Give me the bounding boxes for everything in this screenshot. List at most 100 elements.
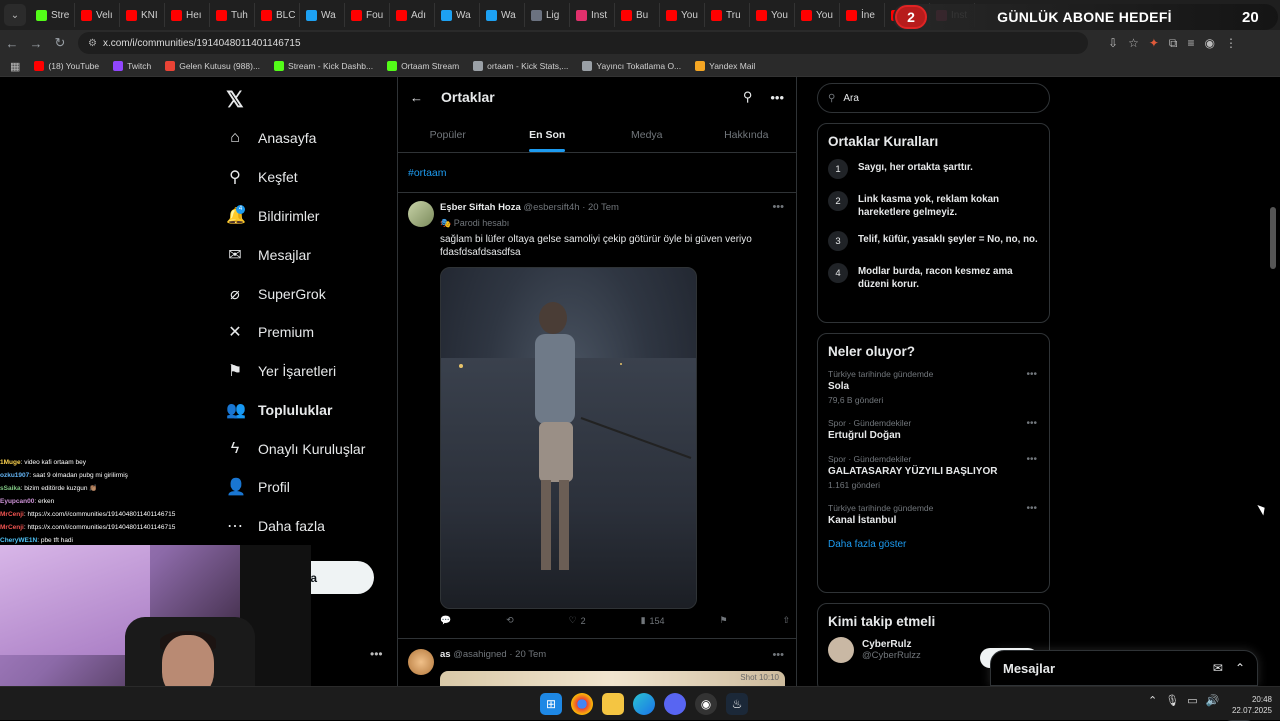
discord-icon[interactable] (664, 693, 686, 715)
messages-dock[interactable]: Mesajlar ✉ ⌃ (990, 650, 1258, 686)
sidebar-item[interactable]: ✉ Mesajlar (226, 238, 311, 272)
browser-tab[interactable]: Wa (480, 3, 525, 27)
sidebar-item[interactable]: 👥 Topluluklar (226, 393, 332, 427)
edge-icon[interactable] (633, 693, 655, 715)
back-arrow-icon[interactable]: ← (410, 90, 423, 105)
browser-tab[interactable]: Stre (30, 3, 75, 27)
browser-menu-icon[interactable]: ⋮ (1225, 36, 1237, 51)
avatar[interactable] (408, 649, 434, 675)
browser-tab[interactable]: İne (840, 3, 885, 27)
community-tab[interactable]: Medya (597, 117, 697, 152)
sidebar-item[interactable]: ⋯ Daha fazla (226, 509, 325, 543)
avatar[interactable] (408, 201, 434, 227)
browser-tab[interactable]: Tuh (210, 3, 255, 27)
site-info-icon[interactable]: ⚙ (88, 38, 97, 49)
tweet-author-handle[interactable]: @esbersift4h (523, 202, 579, 213)
browser-tab[interactable]: You (750, 3, 795, 27)
new-message-icon[interactable]: ✉ (1213, 661, 1223, 675)
media-icon[interactable]: ≡ (1187, 36, 1194, 51)
more-icon[interactable]: ••• (770, 90, 784, 105)
steam-icon[interactable]: ♨ (726, 693, 748, 715)
tweet-time[interactable]: · 20 Tem (582, 202, 619, 213)
back-icon[interactable]: ← (0, 36, 24, 51)
bookmark-item[interactable]: Twitch (113, 61, 151, 71)
show-more-link[interactable]: Daha fazla göster (828, 539, 1039, 550)
file-explorer-icon[interactable] (602, 693, 624, 715)
tweet-more-icon[interactable]: ••• (772, 649, 784, 661)
browser-tab[interactable]: Tru (705, 3, 750, 27)
x-logo-icon[interactable]: 𝕏 (226, 87, 244, 113)
browser-tab[interactable]: Lig (525, 3, 570, 27)
community-tab[interactable]: Hakkında (697, 117, 797, 152)
trend-item[interactable]: Türkiye tarihinde gündemde Kanal İstanbul… (828, 503, 1039, 526)
tray-expand-icon[interactable]: ⌃ (1148, 694, 1157, 707)
sidebar-item[interactable]: ϟ Onaylı Kuruluşlar (226, 432, 366, 466)
browser-tab[interactable]: Fou (345, 3, 390, 27)
browser-tab[interactable]: Wa (300, 3, 345, 27)
browser-tab[interactable]: Bu (615, 3, 660, 27)
volume-icon[interactable]: 🔊 (1206, 694, 1220, 707)
apps-icon[interactable]: ▦ (10, 60, 20, 73)
views-button[interactable]: ▮ 154 (641, 615, 665, 626)
trend-more-icon[interactable]: ••• (1026, 418, 1037, 429)
sidebar-item[interactable]: ✕ Premium (226, 315, 314, 349)
bookmark-item[interactable]: ortaam - Kick Stats,... (473, 61, 568, 71)
forward-icon[interactable]: → (24, 36, 48, 51)
browser-tab[interactable]: Adı (390, 3, 435, 27)
search-box[interactable]: ⚲ Ara (817, 83, 1050, 113)
sidebar-item[interactable]: ⌂ Anasayfa (226, 121, 316, 155)
tweet-time[interactable]: · 20 Tem (509, 649, 546, 660)
bookmark-item[interactable]: Yayıncı Tokatlama O... (582, 61, 681, 71)
browser-tab[interactable]: BLC (255, 3, 300, 27)
search-icon[interactable]: ⚲ (743, 89, 753, 105)
browser-tab[interactable]: Inst (570, 3, 615, 27)
trend-more-icon[interactable]: ••• (1026, 454, 1037, 465)
obs-icon[interactable]: ◉ (695, 693, 717, 715)
sidebar-item[interactable]: ⚑ Yer İşaretleri (226, 354, 336, 388)
bookmark-item[interactable]: Stream - Kick Dashb... (274, 61, 373, 71)
profile-icon[interactable]: ◉ (1204, 36, 1214, 51)
sidebar-item[interactable]: 👤 Profil (226, 470, 290, 504)
retweet-icon[interactable]: ⟲ (506, 615, 514, 626)
community-hashtag[interactable]: #ortaam (398, 153, 796, 193)
browser-tab[interactable]: You (795, 3, 840, 27)
start-icon[interactable]: ⊞ (540, 693, 562, 715)
sidebar-item[interactable]: ⚲ Keşfet (226, 160, 298, 194)
tweet-author-name[interactable]: Eşber Siftah Hoza (440, 202, 521, 213)
tweet-author-name[interactable]: as (440, 649, 451, 660)
trend-item[interactable]: Spor · Gündemdekiler GALATASARAY YÜZYILI … (828, 454, 1039, 490)
install-icon[interactable]: ⇩ (1108, 36, 1118, 51)
reload-icon[interactable]: ↻ (48, 35, 72, 51)
trend-item[interactable]: Türkiye tarihinde gündemde Sola 79,6 B gön… (828, 369, 1039, 405)
like-button[interactable]: ♡ 2 (569, 615, 586, 626)
bookmark-item[interactable]: Ortaam Stream (387, 61, 459, 71)
browser-tab[interactable]: Heı (165, 3, 210, 27)
community-tab[interactable]: En Son (498, 117, 598, 152)
microphone-icon[interactable]: 🎙 (1165, 694, 1179, 707)
trend-more-icon[interactable]: ••• (1026, 503, 1037, 514)
extension-icon[interactable]: ✦ (1149, 36, 1159, 51)
bookmark-item[interactable]: (18) YouTube (34, 61, 99, 71)
account-more-icon[interactable]: ••• (370, 647, 383, 661)
puzzle-icon[interactable]: ⧉ (1169, 36, 1178, 51)
tweet-video[interactable] (440, 267, 697, 609)
star-icon[interactable]: ☆ (1128, 36, 1139, 51)
system-clock[interactable]: 20:48 22.07.2025 (1228, 694, 1272, 716)
share-icon[interactable]: ⇧ (782, 615, 790, 626)
trend-more-icon[interactable]: ••• (1026, 369, 1037, 380)
bookmark-item[interactable]: Yandex Mail (695, 61, 755, 71)
browser-tab[interactable]: Velı (75, 3, 120, 27)
reply-icon[interactable]: 💬 (440, 615, 451, 626)
tweet-more-icon[interactable]: ••• (772, 201, 784, 213)
bookmark-item[interactable]: Gelen Kutusu (988)... (165, 61, 260, 71)
tweet-author-handle[interactable]: @asahigned (453, 649, 507, 660)
sidebar-item[interactable]: ⌀ SuperGrok (226, 277, 326, 311)
trend-item[interactable]: Spor · Gündemdekiler Ertuğrul Doğan ••• (828, 418, 1039, 441)
expand-icon[interactable]: ⌃ (1235, 661, 1245, 675)
avatar[interactable] (828, 637, 854, 663)
community-tab[interactable]: Popüler (398, 117, 498, 152)
browser-tab[interactable]: Wa (435, 3, 480, 27)
tweet[interactable]: Eşber Siftah Hoza @esbersift4h · 20 Tem … (398, 193, 796, 639)
url-field[interactable]: ⚙ x.com/i/communities/191404801140114671… (78, 32, 1088, 54)
page-scrollbar[interactable] (1270, 207, 1276, 269)
